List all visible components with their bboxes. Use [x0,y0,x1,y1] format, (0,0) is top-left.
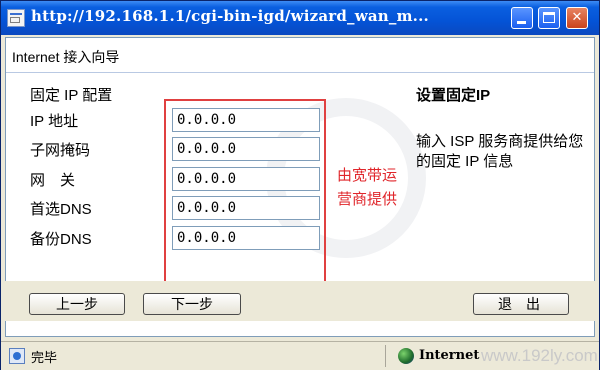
next-button[interactable]: 下一步 [143,293,241,315]
previous-button[interactable]: 上一步 [29,293,125,315]
page-icon [7,9,25,27]
primary-dns-label: 首选DNS [30,201,92,218]
gateway-label: 网 关 [30,172,76,189]
annotation-line-1: 由宽带运 [337,167,398,184]
security-zone: Internet [419,348,480,363]
globe-icon [398,348,414,364]
wizard-title: Internet 接入向导 [12,49,120,65]
ip-address-label: IP 地址 [30,113,79,130]
backup-dns-label: 备份DNS [30,231,92,248]
site-watermark: www.192ly.com [481,346,598,365]
annotation-line-2: 营商提供 [337,191,398,208]
highlight-box [164,99,326,298]
subnet-mask-label: 子网掩码 [30,142,91,159]
status-divider [385,345,386,367]
close-button[interactable]: ✕ [566,7,588,29]
title-bar: http://192.168.1.1/cgi-bin-igd/wizard_wa… [1,1,599,35]
page-status-icon [9,348,25,364]
status-bar: 完毕 Internet www.192ly.com [1,341,599,370]
help-title: 设置固定IP [416,87,491,104]
browser-window: http://192.168.1.1/cgi-bin-igd/wizard_wa… [0,0,600,370]
window-title: http://192.168.1.1/cgi-bin-igd/wizard_wa… [31,7,429,25]
exit-button[interactable]: 退出 [473,293,569,315]
status-text: 完毕 [31,350,58,365]
button-row: 上一步 下一步 退出 [5,281,595,321]
maximize-button[interactable] [538,7,560,29]
wizard-header: Internet 接入向导 [6,38,594,73]
minimize-button[interactable] [511,7,533,29]
help-description: 输入 ISP 服务商提供给您的固定 IP 信息 [416,133,584,170]
section-title: 固定 IP 配置 [30,87,113,104]
